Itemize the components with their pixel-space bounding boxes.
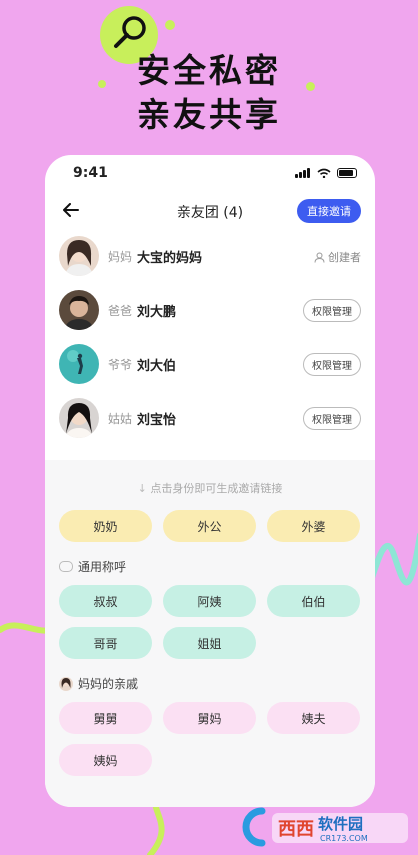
role-picker-panel: ↓ 点击身份即可生成邀请链接 奶奶 外公 外婆 通用称呼 叔叔 阿姨 伯伯 哥哥…: [45, 460, 375, 807]
creator-badge: 创建者: [314, 249, 361, 265]
relatives-role-row: 姨妈: [45, 744, 375, 776]
member-row[interactable]: 妈妈 大宝的妈妈 创建者: [45, 229, 375, 283]
role-chip-jiujiu[interactable]: 舅舅: [59, 702, 152, 734]
svg-text:西西: 西西: [278, 819, 314, 840]
role-chip-bobo[interactable]: 伯伯: [267, 585, 360, 617]
member-name: 刘大伯: [137, 359, 177, 374]
site-watermark-logo: 西西 软件园 CR173.COM: [242, 807, 408, 847]
status-icons: [295, 168, 357, 178]
common-section-header: 通用称呼: [45, 558, 375, 575]
lime-dot: [165, 20, 175, 30]
avatar: [59, 236, 99, 276]
member-name: 大宝的妈妈: [137, 251, 203, 266]
mother-avatar-icon: [59, 676, 73, 691]
svg-text:软件园: 软件园: [318, 815, 363, 833]
permission-button[interactable]: 权限管理: [303, 299, 361, 322]
permission-button[interactable]: 权限管理: [303, 353, 361, 376]
common-section-label: 通用称呼: [78, 560, 127, 574]
phone-screen: 9:41 亲友团 (4) 直接邀请 妈妈 大宝的妈妈 创建者 爸爸 刘大鹏 权限…: [45, 155, 375, 807]
member-role: 爷爷: [108, 358, 133, 372]
creator-label: 创建者: [328, 251, 361, 264]
headline-line1: 安全私密: [137, 51, 281, 90]
role-chip-jiuma[interactable]: 舅妈: [163, 702, 256, 734]
invite-hint-text: 点击身份即可生成邀请链接: [150, 482, 283, 495]
battery-icon: [337, 168, 357, 178]
direct-invite-button[interactable]: 直接邀请: [297, 199, 361, 223]
member-role: 爸爸: [108, 304, 133, 318]
relatives-section-label: 妈妈的亲戚: [78, 677, 139, 691]
signal-icon: [295, 168, 311, 178]
status-bar: 9:41: [45, 155, 375, 193]
role-chip-yima[interactable]: 姨妈: [59, 744, 152, 776]
person-icon: [314, 252, 325, 263]
common-role-row: 哥哥 姐姐: [45, 627, 375, 659]
member-name: 刘宝怡: [137, 413, 177, 428]
member-role: 姑姑: [108, 412, 133, 426]
relatives-role-row: 舅舅 舅妈 姨夫: [45, 702, 375, 734]
permission-button[interactable]: 权限管理: [303, 407, 361, 430]
role-chip-waipo[interactable]: 外婆: [267, 510, 360, 542]
invite-hint: ↓ 点击身份即可生成邀请链接: [45, 480, 375, 496]
member-row[interactable]: 爷爷 刘大伯 权限管理: [45, 337, 375, 391]
role-chip-shushu[interactable]: 叔叔: [59, 585, 152, 617]
common-role-row: 叔叔 阿姨 伯伯: [45, 585, 375, 617]
chat-bubble-icon: [59, 561, 73, 572]
primary-role-row: 奶奶 外公 外婆: [45, 510, 375, 542]
member-name: 刘大鹏: [137, 305, 177, 320]
avatar: [59, 344, 99, 384]
member-row[interactable]: 爸爸 刘大鹏 权限管理: [45, 283, 375, 337]
avatar: [59, 398, 99, 438]
role-chip-nainai[interactable]: 奶奶: [59, 510, 152, 542]
role-chip-waigong[interactable]: 外公: [163, 510, 256, 542]
role-chip-ayi[interactable]: 阿姨: [163, 585, 256, 617]
nav-bar: 亲友团 (4) 直接邀请: [45, 193, 375, 229]
role-chip-jiejie[interactable]: 姐姐: [163, 627, 256, 659]
role-chip-gege[interactable]: 哥哥: [59, 627, 152, 659]
avatar: [59, 290, 99, 330]
member-role: 妈妈: [108, 250, 133, 264]
headline-line2: 亲友共享: [137, 95, 281, 134]
wifi-icon: [317, 168, 331, 178]
role-chip-yifu[interactable]: 姨夫: [267, 702, 360, 734]
svg-text:CR173.COM: CR173.COM: [320, 834, 368, 843]
relatives-section-header: 妈妈的亲戚: [45, 675, 375, 692]
down-arrow-icon: ↓: [137, 482, 151, 495]
status-time: 9:41: [73, 165, 108, 181]
member-row[interactable]: 姑姑 刘宝怡 权限管理: [45, 391, 375, 445]
